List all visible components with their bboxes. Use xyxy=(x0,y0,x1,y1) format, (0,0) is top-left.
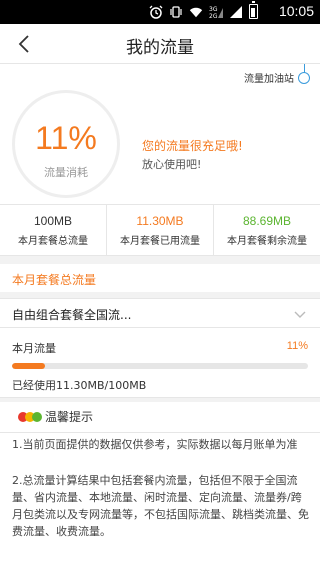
chevron-down-icon[interactable] xyxy=(294,308,306,322)
vibrate-icon xyxy=(169,5,183,19)
signal-bars-icon xyxy=(229,5,243,19)
stat-label: 本月套餐已用流量 xyxy=(120,236,200,247)
package-name: 自由组合套餐全国流... xyxy=(12,308,132,322)
usage-percent: 11% xyxy=(35,120,97,156)
usage-gauge-panel: 流量加油站 11% 流量消耗 您的流量很充足哦! 放心使用吧! xyxy=(0,64,320,204)
stat-value: 88.69MB xyxy=(242,214,292,228)
svg-text:2G: 2G xyxy=(209,13,218,19)
stat-remaining: 88.69MB 本月套餐剩余流量 xyxy=(214,205,320,255)
tips-title: 温馨提示 xyxy=(45,410,94,424)
package-usage: 本月流量 11% 已经使用11.30MB/100MB xyxy=(0,328,320,398)
usage-stats: 100MB 本月套餐总流量 11.30MB 本月套餐已用流量 88.69MB 本… xyxy=(0,204,320,256)
tip-item: 1.当前页面提供的数据仅供参考，实际数据以每月账单为准 xyxy=(12,438,298,451)
tips-header: 温馨提示 xyxy=(18,408,93,425)
svg-text:3G: 3G xyxy=(209,6,218,13)
alarm-icon xyxy=(149,5,163,19)
status-submessage: 放心使用吧! xyxy=(142,158,202,171)
battery-icon xyxy=(249,1,258,19)
tips-dots-icon xyxy=(18,411,42,422)
usage-used-text: 已经使用11.30MB/100MB xyxy=(12,379,147,392)
tip-item: 2.总流量计算结果中包括套餐内流量，包括但不限于全国流量、省内流量、本地流量、闲… xyxy=(12,474,309,538)
stat-value: 100MB xyxy=(33,214,73,228)
app-header: 我的流量 xyxy=(0,24,320,64)
section-title: 本月套餐总流量 xyxy=(0,264,320,292)
status-bar: 3G 2G 10:05 xyxy=(0,0,320,24)
usage-progress-fill xyxy=(12,363,45,369)
stat-label: 本月套餐剩余流量 xyxy=(227,236,307,247)
wifi-icon xyxy=(189,5,203,19)
traffic-station-link[interactable]: 流量加油站 xyxy=(244,70,310,85)
stat-used: 11.30MB 本月套餐已用流量 xyxy=(107,205,214,255)
stat-label: 本月套餐总流量 xyxy=(18,236,88,247)
usage-percent-text: 11% xyxy=(286,340,308,352)
station-dot-icon xyxy=(298,71,310,84)
status-message: 您的流量很充足哦! xyxy=(142,139,243,153)
tips-panel: 温馨提示 1.当前页面提供的数据仅供参考，实际数据以每月账单为准 2.总流量计算… xyxy=(0,402,320,568)
package-selector[interactable]: 自由组合套餐全国流... xyxy=(0,298,320,328)
clock: 10:05 xyxy=(278,3,314,19)
usage-progress-bar xyxy=(12,363,308,369)
stat-value: 11.30MB xyxy=(136,214,184,228)
page-title: 我的流量 xyxy=(126,38,194,58)
usage-percent-label: 流量消耗 xyxy=(44,166,88,179)
stat-total: 100MB 本月套餐总流量 xyxy=(0,205,107,255)
divider xyxy=(0,432,320,433)
usage-label: 本月流量 xyxy=(12,342,56,355)
station-label: 流量加油站 xyxy=(244,74,294,85)
status-icons: 3G 2G xyxy=(149,1,258,19)
signal-3g-2g-icon: 3G 2G xyxy=(209,5,223,19)
